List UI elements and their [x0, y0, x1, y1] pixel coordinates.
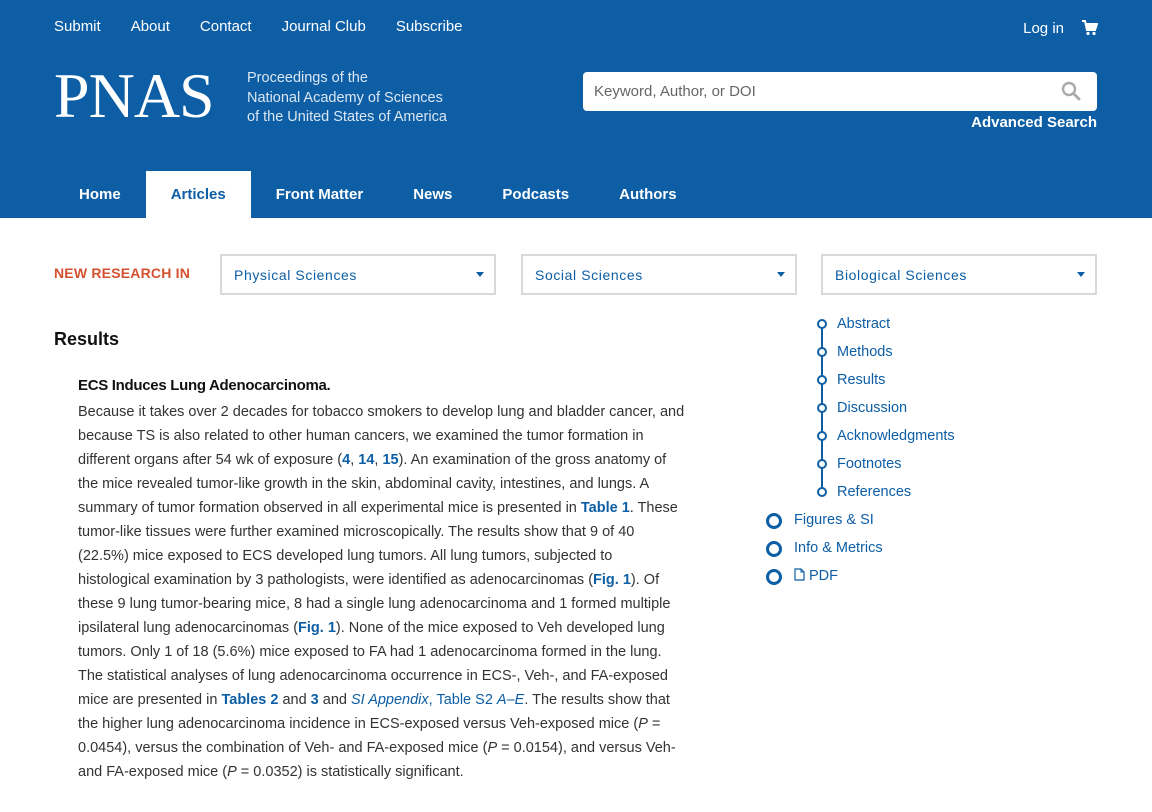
- social-sciences-dropdown[interactable]: Social Sciences: [521, 254, 797, 295]
- top-link-contact[interactable]: Contact: [200, 18, 252, 35]
- text-run: and: [278, 692, 311, 708]
- cart-icon[interactable]: [1082, 20, 1098, 36]
- toc-label: PDF: [809, 568, 838, 584]
- fig-1-link[interactable]: Fig. 1: [593, 572, 631, 588]
- pnas-logo[interactable]: PNAS: [54, 64, 215, 128]
- toc-dot-icon: [817, 319, 827, 329]
- pdf-icon: [794, 568, 805, 581]
- section-title: Results: [54, 329, 120, 349]
- p-value-symbol: P: [227, 764, 237, 780]
- ref-link-15[interactable]: 15: [382, 452, 398, 468]
- tab-home[interactable]: Home: [54, 171, 146, 218]
- site-header: Submit About Contact Journal Club Subscr…: [0, 0, 1152, 218]
- toc-dot-icon: [817, 375, 827, 385]
- caret-down-icon: [1077, 272, 1085, 277]
- logo-subtitle-line: National Academy of Sciences: [247, 89, 443, 106]
- search-box: [583, 72, 1097, 111]
- toc-dot-icon: [817, 487, 827, 497]
- toc-pdf-label: PDF: [794, 568, 838, 584]
- top-link-subscribe[interactable]: Subscribe: [396, 18, 463, 35]
- tab-articles[interactable]: Articles: [145, 171, 251, 218]
- toc-dot-icon: [766, 541, 782, 557]
- toc-dot-icon: [766, 513, 782, 529]
- caret-down-icon: [476, 272, 484, 277]
- dropdown-label: Social Sciences: [535, 267, 643, 283]
- table-1-link[interactable]: Table 1: [581, 500, 630, 516]
- toc-label: Discussion: [837, 400, 908, 416]
- ref-link-4[interactable]: 4: [342, 452, 350, 468]
- advanced-search-link[interactable]: Advanced Search: [971, 114, 1097, 131]
- tab-authors[interactable]: Authors: [594, 171, 702, 218]
- text-run: = 0.0352) is statistically significant.: [236, 764, 464, 780]
- toc-label: Figures & SI: [794, 512, 874, 528]
- tab-news[interactable]: News: [388, 171, 477, 218]
- search-input[interactable]: [583, 72, 1053, 111]
- toc-label: Info & Metrics: [794, 540, 883, 556]
- physical-sciences-dropdown[interactable]: Physical Sciences: [220, 254, 496, 295]
- logo-subtitle: Proceedings of the National Academy of S…: [247, 69, 447, 128]
- article-paragraph: Because it takes over 2 decades for toba…: [78, 400, 688, 784]
- toc-dot-icon: [817, 459, 827, 469]
- toc-label: Methods: [837, 344, 893, 360]
- dropdown-label: Physical Sciences: [234, 267, 358, 283]
- main-nav: Home Articles Front Matter News Podcasts…: [54, 171, 702, 218]
- top-links: Submit About Contact Journal Club Subscr…: [54, 18, 493, 35]
- toc-dot-icon: [817, 347, 827, 357]
- toc-dot-icon: [766, 569, 782, 585]
- login-link[interactable]: Log in: [1023, 20, 1064, 37]
- p-value-symbol: P: [638, 716, 648, 732]
- article-toc: Abstract Methods Results Discussion Ackn…: [764, 314, 1104, 594]
- table-s2-parts-link[interactable]: A–E: [497, 692, 524, 708]
- toc-label: Acknowledgments: [837, 428, 955, 444]
- text-run: and: [318, 692, 351, 708]
- biological-sciences-dropdown[interactable]: Biological Sciences: [821, 254, 1097, 295]
- tab-front-matter[interactable]: Front Matter: [251, 171, 389, 218]
- caret-down-icon: [777, 272, 785, 277]
- toc-dot-icon: [817, 431, 827, 441]
- table-s2-link[interactable]: Table S2: [436, 692, 496, 708]
- toc-label: Footnotes: [837, 456, 902, 472]
- top-link-journal-club[interactable]: Journal Club: [282, 18, 366, 35]
- logo-subtitle-line: of the United States of America: [247, 109, 447, 125]
- toc-dot-icon: [817, 403, 827, 413]
- subsection-heading: ECS Induces Lung Adenocarcinoma.: [78, 377, 331, 394]
- ref-link-14[interactable]: 14: [358, 452, 374, 468]
- tables-2-link[interactable]: Tables 2: [221, 692, 278, 708]
- si-appendix-link[interactable]: SI Appendix: [351, 692, 429, 708]
- logo-subtitle-line: Proceedings of the: [247, 70, 368, 86]
- top-link-submit[interactable]: Submit: [54, 18, 101, 35]
- toc-label: References: [837, 484, 912, 500]
- dropdown-label: Biological Sciences: [835, 267, 968, 283]
- search-icon[interactable]: [1061, 81, 1081, 101]
- p-value-symbol: P: [487, 740, 498, 756]
- toc-label: Abstract: [837, 316, 891, 332]
- table-3-link[interactable]: 3: [311, 692, 319, 708]
- new-research-label: NEW RESEARCH IN: [54, 265, 191, 281]
- toc-label: Results: [837, 372, 886, 388]
- top-link-about[interactable]: About: [131, 18, 170, 35]
- fig-1-link[interactable]: Fig. 1: [298, 620, 336, 636]
- tab-podcasts[interactable]: Podcasts: [477, 171, 594, 218]
